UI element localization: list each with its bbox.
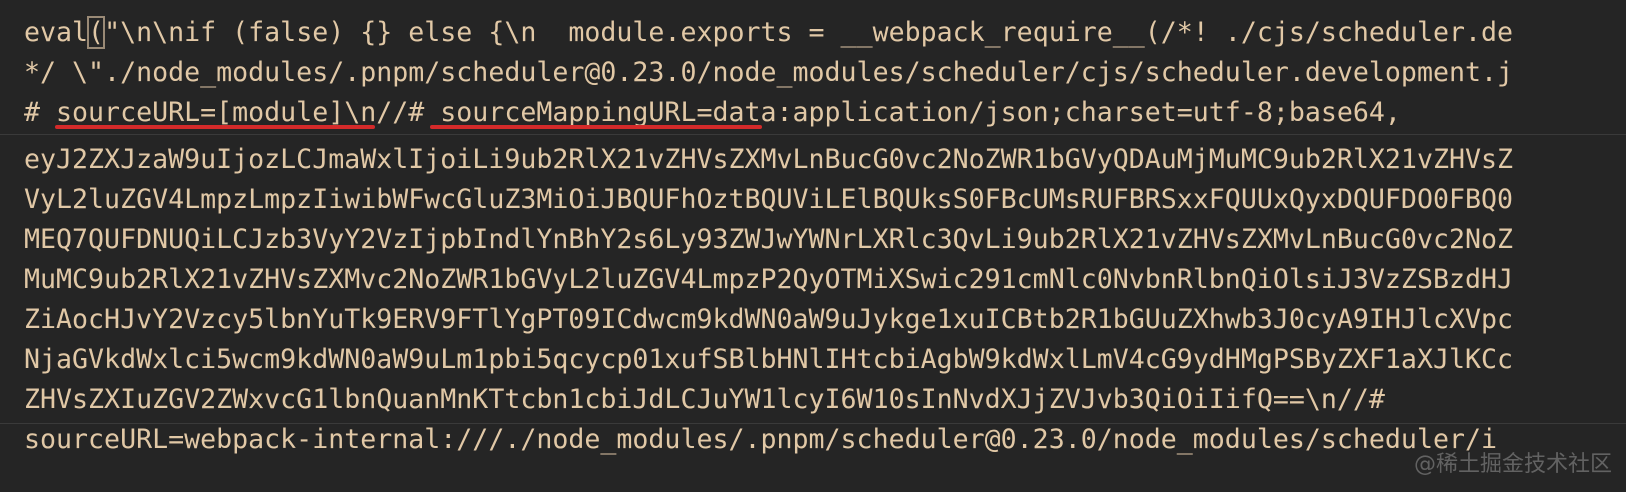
annotation-underline-sourceurl <box>55 125 375 129</box>
code-text: MuMC9ub2RlX21vZHVsZXMvc2NoZWR1bGVyL2luZG… <box>24 264 1514 295</box>
code-editor[interactable]: eval("\n\nif (false) {} else {\n module.… <box>0 0 1626 492</box>
code-line-6[interactable]: MEQ7QUFDNUQiLCJzb3VyY2VzIjpbIndlYnBhY2s6… <box>24 220 1513 260</box>
code-text: ZHVsZXIuZGV2ZWxvcG1lbnQuanMnKTtcbn1cbiJd… <box>24 384 1385 415</box>
code-text: # sourceURL=[module]\n//# sourceMappingU… <box>24 97 1401 128</box>
code-line-5[interactable]: VyL2luZGV4LmpzLmpzIiwibWFwcGluZ3MiOiJBQU… <box>24 180 1513 220</box>
annotation-underline-sourcemappingurl <box>430 125 762 129</box>
eval-token: eval <box>24 17 89 48</box>
code-line-9[interactable]: NjaGVkdWxlci5wcm9kdWN0aW9uLm1pbi5qcycp01… <box>24 340 1513 380</box>
code-text: ZiAocHJvY2Vzcy5lbnYuTk9ERV9FTlYgPT09ICdw… <box>24 304 1514 335</box>
code-text: MEQ7QUFDNUQiLCJzb3VyY2VzIjpbIndlYnBhY2s6… <box>24 224 1514 255</box>
matched-bracket: ( <box>87 16 106 49</box>
code-line-1[interactable]: eval("\n\nif (false) {} else {\n module.… <box>24 13 1513 53</box>
code-line-7[interactable]: MuMC9ub2RlX21vZHVsZXMvc2NoZWR1bGVyL2luZG… <box>24 260 1513 300</box>
code-line-10[interactable]: ZHVsZXIuZGV2ZWxvcG1lbnQuanMnKTtcbn1cbiJd… <box>24 380 1385 420</box>
code-text: "\n\nif (false) {} else {\n module.expor… <box>104 17 1514 48</box>
code-line-11[interactable]: sourceURL=webpack-internal:///./node_mod… <box>24 420 1497 460</box>
code-line-4[interactable]: eyJ2ZXJzaW9uIjozLCJmaWxlIjoiLi9ub2RlX21v… <box>24 140 1513 180</box>
code-text: sourceURL=webpack-internal:///./node_mod… <box>24 424 1497 455</box>
watermark-text: @稀土掘金技术社区 <box>1413 452 1612 477</box>
code-line-8[interactable]: ZiAocHJvY2Vzcy5lbnYuTk9ERV9FTlYgPT09ICdw… <box>24 300 1513 340</box>
code-text: VyL2luZGV4LmpzLmpzIiwibWFwcGluZ3MiOiJBQU… <box>24 184 1514 215</box>
code-text: eyJ2ZXJzaW9uIjozLCJmaWxlIjoiLi9ub2RlX21v… <box>24 144 1514 175</box>
code-text: NjaGVkdWxlci5wcm9kdWN0aW9uLm1pbi5qcycp01… <box>24 344 1514 375</box>
code-line-2[interactable]: */ \"./node_modules/.pnpm/scheduler@0.23… <box>24 53 1513 93</box>
code-text: */ \"./node_modules/.pnpm/scheduler@0.23… <box>24 57 1514 88</box>
